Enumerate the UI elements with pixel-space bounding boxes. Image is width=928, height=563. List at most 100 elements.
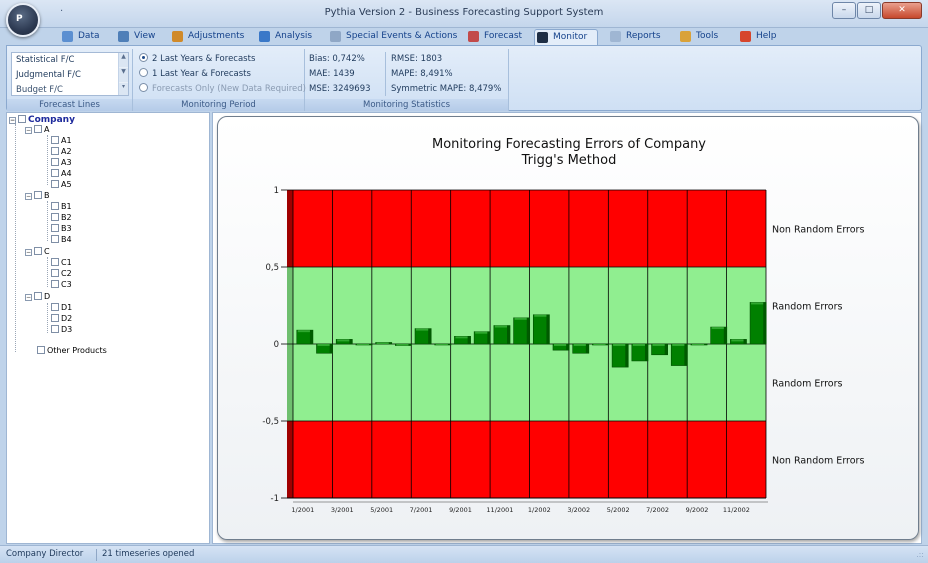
chart-container: Monitoring Forecasting Errors of Company… <box>217 116 919 540</box>
x-tick-label: 3/2002 <box>567 506 590 514</box>
tree-leaf[interactable]: C1 <box>51 258 72 268</box>
list-item[interactable]: Judgmental F/C <box>12 68 128 83</box>
bar-highlight <box>514 317 527 320</box>
period-option-2-years[interactable]: 2 Last Years & Forecasts <box>139 52 255 66</box>
stat-symmetric-mape: Symmetric MAPE: 8,479% <box>391 84 502 94</box>
period-option-1-year[interactable]: 1 Last Year & Forecasts <box>139 67 251 81</box>
tab-reports[interactable]: Reports <box>608 29 661 45</box>
tree-leaf[interactable]: D3 <box>51 325 72 335</box>
checkbox[interactable] <box>51 303 59 311</box>
resize-grip[interactable]: .:: <box>916 550 924 559</box>
minimize-button[interactable]: – <box>832 2 856 19</box>
close-button[interactable]: ✕ <box>882 2 922 19</box>
tab-tools[interactable]: Tools <box>678 29 718 45</box>
bar-highlight <box>632 344 645 346</box>
ribbon-tab-bar: Data View Adjustments Analysis Special E… <box>0 28 928 45</box>
checkbox[interactable] <box>51 180 59 188</box>
bar-side <box>487 331 491 344</box>
checkbox[interactable] <box>51 169 59 177</box>
expand-list-icon[interactable]: ▾ <box>119 83 128 95</box>
trigg-chart: Monitoring Forecasting Errors of Company… <box>262 137 864 514</box>
tab-special-events[interactable]: Special Events & Actions <box>328 29 457 45</box>
product-tree[interactable]: − Company − A A1 A2 A3 A4 A5 − B B1 B2 B3 B… <box>6 112 210 544</box>
checkbox[interactable] <box>37 346 45 354</box>
checkbox[interactable] <box>51 136 59 144</box>
tree-node-group-a[interactable]: − A <box>25 125 49 135</box>
checkbox[interactable] <box>34 292 42 300</box>
x-tick-label: 11/2002 <box>723 506 750 514</box>
scroll-up-icon[interactable]: ▲ <box>119 53 128 67</box>
tree-leaf[interactable]: A3 <box>51 158 72 168</box>
checkbox[interactable] <box>51 147 59 155</box>
y-tick-label: 1 <box>274 186 279 196</box>
tree-leaf[interactable]: A4 <box>51 169 72 179</box>
tree-leaf[interactable]: D1 <box>51 303 72 313</box>
bar-side <box>743 339 747 344</box>
checkbox[interactable] <box>51 269 59 277</box>
checkbox[interactable] <box>18 115 26 123</box>
checkbox[interactable] <box>51 224 59 232</box>
checkbox[interactable] <box>34 247 42 255</box>
checkbox[interactable] <box>51 202 59 210</box>
tree-node-group-c[interactable]: − C <box>25 247 50 257</box>
tab-forecast[interactable]: Forecast <box>466 29 522 45</box>
tab-analysis[interactable]: Analysis <box>257 29 312 45</box>
tab-view[interactable]: View <box>116 29 155 45</box>
bar-side <box>546 314 550 344</box>
bar-highlight <box>691 344 705 345</box>
tab-monitor[interactable]: Monitor <box>534 29 598 45</box>
list-scrollbar[interactable]: ▲ ▼ ▾ <box>118 53 128 95</box>
list-item[interactable]: Statistical F/C <box>12 53 128 68</box>
y-tick-label: -0,5 <box>262 417 279 427</box>
checkbox[interactable] <box>51 235 59 243</box>
collapse-icon[interactable]: − <box>9 117 16 124</box>
tree-leaf[interactable]: B2 <box>51 213 72 223</box>
band-depth <box>287 421 293 498</box>
collapse-icon[interactable]: − <box>25 294 32 301</box>
tree-node-company[interactable]: − Company <box>9 115 75 125</box>
list-item[interactable]: Budget F/C <box>12 83 128 95</box>
tab-help[interactable]: Help <box>738 29 777 45</box>
monitor-icon <box>537 32 548 43</box>
bar-highlight <box>376 342 389 344</box>
checkbox[interactable] <box>51 314 59 322</box>
tree-leaf[interactable]: A2 <box>51 147 72 157</box>
tree-leaf[interactable]: A1 <box>51 136 72 146</box>
tree-guide <box>47 135 48 185</box>
tree-leaf[interactable]: A5 <box>51 180 72 190</box>
tree-node-other-products[interactable]: Other Products <box>37 346 107 356</box>
application-menu-button[interactable]: P <box>6 3 40 37</box>
scroll-down-icon[interactable]: ▼ <box>119 68 128 82</box>
tree-leaf[interactable]: B3 <box>51 224 72 234</box>
tree-leaf[interactable]: B1 <box>51 202 72 212</box>
checkbox[interactable] <box>34 191 42 199</box>
bar-side <box>625 344 629 368</box>
band-label: Random Errors <box>772 379 843 390</box>
checkbox[interactable] <box>34 125 42 133</box>
checkbox[interactable] <box>51 280 59 288</box>
checkbox[interactable] <box>51 258 59 266</box>
tree-leaf[interactable]: D2 <box>51 314 72 324</box>
tree-node-group-b[interactable]: − B <box>25 191 50 201</box>
stat-mse: MSE: 3249693 <box>309 84 371 94</box>
data-icon <box>62 31 73 42</box>
tree-node-group-d[interactable]: − D <box>25 292 50 302</box>
tree-leaf[interactable]: C2 <box>51 269 72 279</box>
adjustments-icon <box>172 31 183 42</box>
maximize-button[interactable]: □ <box>857 2 881 19</box>
collapse-icon[interactable]: − <box>25 127 32 134</box>
monitoring-period-group: 2 Last Years & Forecasts 1 Last Year & F… <box>133 49 306 111</box>
tree-leaf[interactable]: B4 <box>51 235 72 245</box>
checkbox[interactable] <box>51 158 59 166</box>
bar-side <box>664 344 668 355</box>
forecast-lines-list[interactable]: Statistical F/C Judgmental F/C Budget F/… <box>11 52 129 96</box>
reports-icon <box>610 31 621 42</box>
x-tick-label: 1/2002 <box>528 506 551 514</box>
checkbox[interactable] <box>51 213 59 221</box>
checkbox[interactable] <box>51 325 59 333</box>
collapse-icon[interactable]: − <box>25 249 32 256</box>
tab-adjustments[interactable]: Adjustments <box>170 29 244 45</box>
tab-data[interactable]: Data <box>60 29 100 45</box>
collapse-icon[interactable]: − <box>25 193 32 200</box>
tree-leaf[interactable]: C3 <box>51 280 72 290</box>
